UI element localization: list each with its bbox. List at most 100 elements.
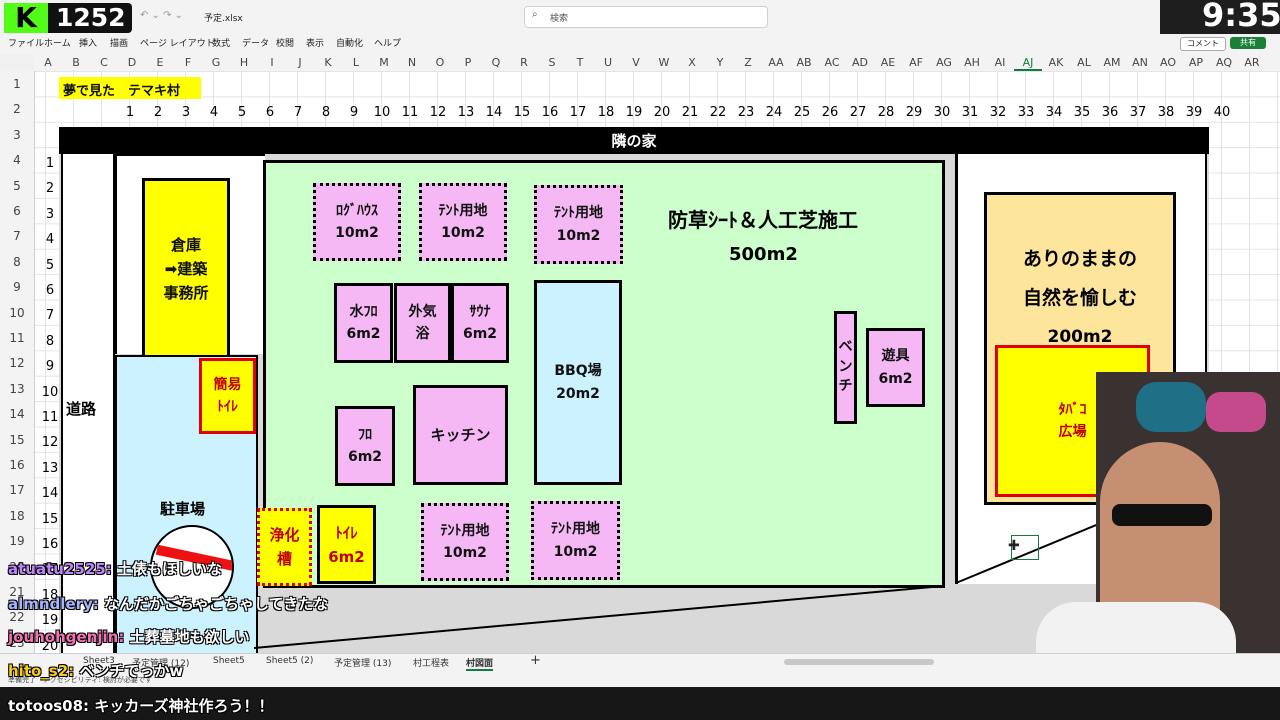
row-header-cell[interactable]: 16 [0, 458, 34, 472]
column-header-cell[interactable]: K [314, 54, 342, 71]
column-header-cell[interactable]: L [342, 54, 370, 71]
menu-data[interactable]: データ [242, 36, 269, 49]
menu-formulas[interactable]: 数式 [212, 36, 230, 49]
column-header-cell[interactable]: AN [1126, 54, 1154, 71]
row-header-cell[interactable]: 19 [0, 534, 34, 548]
column-header-cell[interactable]: AR [1238, 54, 1266, 71]
column-header-cell[interactable]: A [34, 54, 62, 71]
add-sheet-icon[interactable]: + [530, 653, 541, 668]
column-number: 22 [709, 105, 727, 120]
row-header-cell[interactable]: 18 [0, 509, 34, 523]
column-header-cell[interactable]: H [230, 54, 258, 71]
sheet-tab-sheet5[interactable]: Sheet5 [213, 656, 245, 666]
column-header-cell[interactable]: G [202, 54, 230, 71]
menu-file[interactable]: ファイル [8, 36, 44, 49]
menu-insert[interactable]: 挿入 [79, 36, 97, 49]
column-header-cell[interactable]: AH [958, 54, 986, 71]
column-header-cell[interactable]: AC [818, 54, 846, 71]
column-number: 19 [625, 105, 643, 120]
row-header-cell[interactable]: 14 [0, 407, 34, 421]
column-header-cell[interactable]: AM [1098, 54, 1126, 71]
column-header-cell[interactable]: B [62, 54, 90, 71]
row-header-cell[interactable]: 10 [0, 306, 34, 320]
column-number: 33 [1017, 105, 1035, 120]
column-header-cell[interactable]: U [594, 54, 622, 71]
menu-page-layout[interactable]: ページ レイアウト [140, 36, 215, 49]
column-header-cell[interactable]: Z [734, 54, 762, 71]
column-number: 8 [321, 105, 331, 120]
column-header-cell[interactable]: Q [482, 54, 510, 71]
road-label: 道路 [66, 400, 97, 418]
column-header-cell[interactable]: AA [762, 54, 790, 71]
sheet-tab-schedule-13[interactable]: 予定管理 (13) [334, 656, 391, 669]
line-left [253, 585, 944, 649]
menu-view[interactable]: 表示 [306, 36, 324, 49]
column-header-cell[interactable]: Y [706, 54, 734, 71]
row-header-cell[interactable]: 15 [0, 433, 34, 447]
column-header-cell[interactable]: T [566, 54, 594, 71]
column-header-cell[interactable]: V [622, 54, 650, 71]
column-header-cell[interactable]: AB [790, 54, 818, 71]
row-header-cell[interactable]: 1 [0, 77, 34, 91]
select-all-corner[interactable] [0, 54, 35, 72]
row-header-cell[interactable]: 7 [0, 229, 34, 243]
column-number: 30 [933, 105, 951, 120]
row-header-cell[interactable]: 17 [0, 483, 34, 497]
sheet-tab-village-process[interactable]: 村工程表 [413, 656, 449, 669]
column-header-cell[interactable]: AK [1042, 54, 1070, 71]
row-header-cell[interactable]: 11 [0, 331, 34, 345]
column-header-cell[interactable]: AD [846, 54, 874, 71]
menu-home[interactable]: ホーム [44, 36, 71, 49]
column-header-cell[interactable]: P [454, 54, 482, 71]
undo-redo-icon[interactable]: ↶ ⌄ ↷ ⌄ [140, 10, 183, 21]
share-button[interactable]: 共有 [1230, 37, 1266, 49]
column-header-cell[interactable]: AE [874, 54, 902, 71]
cold-bath-label-2: 6m2 [346, 326, 381, 342]
menu-help[interactable]: ヘルプ [374, 36, 401, 49]
sheet-tab-village-map[interactable]: 村図面 [466, 656, 494, 671]
column-header-cell[interactable]: E [146, 54, 174, 71]
column-header-cell[interactable]: I [258, 54, 286, 71]
column-header-cell[interactable]: AO [1154, 54, 1182, 71]
column-header-cell[interactable]: R [510, 54, 538, 71]
sheet-tab-sheet5-2[interactable]: Sheet5 (2) [266, 656, 313, 666]
column-header-cell[interactable]: M [370, 54, 398, 71]
column-header-cell[interactable]: AL [1070, 54, 1098, 71]
row-header-cell[interactable]: 6 [0, 204, 34, 218]
row-header-cell[interactable]: 4 [0, 153, 34, 167]
row-header-cell[interactable]: 9 [0, 280, 34, 294]
column-header-cell[interactable]: AI [986, 54, 1014, 71]
search-placeholder[interactable]: 検索 [550, 11, 568, 24]
column-header-cell[interactable]: AP [1182, 54, 1210, 71]
column-header-cell[interactable]: O [426, 54, 454, 71]
column-header-cell[interactable]: F [174, 54, 202, 71]
horizontal-scrollbar[interactable] [784, 659, 934, 665]
column-number: 25 [793, 105, 811, 120]
row-header-cell[interactable]: 5 [0, 179, 34, 193]
column-header-cell[interactable]: S [538, 54, 566, 71]
column-header-cell[interactable]: C [90, 54, 118, 71]
row-header-cell[interactable]: 3 [0, 128, 34, 142]
menu-review[interactable]: 校閲 [276, 36, 294, 49]
column-header-cell[interactable]: D [118, 54, 146, 71]
menu-automate[interactable]: 自動化 [336, 36, 363, 49]
playground-label: 遊具 [881, 348, 910, 365]
column-header-cell[interactable]: X [678, 54, 706, 71]
row-header-cell[interactable]: 12 [0, 356, 34, 370]
column-header-cell[interactable]: AG [930, 54, 958, 71]
column-header-cell[interactable]: AJ [1014, 54, 1042, 71]
column-header-cell[interactable]: N [398, 54, 426, 71]
row-header-cell[interactable]: 8 [0, 255, 34, 269]
bench-label: ベ [838, 339, 853, 356]
column-number: 37 [1129, 105, 1147, 120]
row-header-cell[interactable]: 13 [0, 382, 34, 396]
column-number: 18 [597, 105, 615, 120]
column-header-cell[interactable]: J [286, 54, 314, 71]
cold-bath-label: 水ﾌﾛ [349, 303, 378, 320]
comment-button[interactable]: コメント [1180, 37, 1226, 51]
menu-draw[interactable]: 描画 [110, 36, 128, 49]
column-header-cell[interactable]: AF [902, 54, 930, 71]
file-name[interactable]: 予定.xlsx [204, 11, 243, 24]
column-header-cell[interactable]: AQ [1210, 54, 1238, 71]
column-header-cell[interactable]: W [650, 54, 678, 71]
